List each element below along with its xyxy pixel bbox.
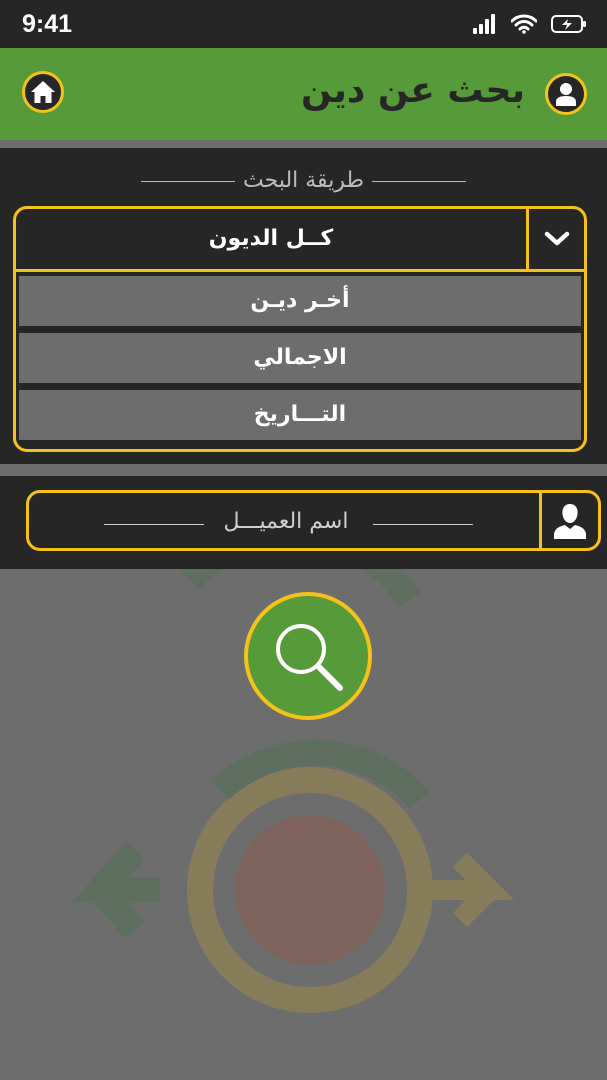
battery-charging-icon	[551, 15, 586, 33]
dropdown-option-total[interactable]: الاجمالي	[19, 333, 581, 383]
chevron-down-icon	[544, 231, 569, 246]
person-icon	[554, 503, 586, 539]
wifi-icon	[511, 14, 537, 34]
label-line-right	[371, 180, 466, 182]
status-icons	[473, 11, 587, 37]
user-profile-button[interactable]	[545, 73, 587, 115]
dropdown-toggle-button[interactable]	[526, 209, 584, 269]
search-button[interactable]	[244, 592, 372, 720]
home-icon	[31, 81, 55, 103]
customer-name-input[interactable]	[29, 493, 543, 548]
home-button[interactable]	[22, 71, 64, 113]
page-title: بحث عن دين	[300, 70, 525, 111]
dropdown-header[interactable]: كــل الديون	[16, 209, 584, 269]
label-line-left	[141, 180, 236, 182]
app-header: بحث عن دين	[0, 48, 607, 140]
placeholder-line-right	[373, 524, 473, 525]
search-method-dropdown[interactable]: كــل الديون أخـر ديـن الاجمالي التـــاري…	[13, 206, 587, 452]
customer-name-field[interactable]	[26, 490, 601, 551]
search-method-label: طريقة البحث	[0, 168, 607, 193]
user-icon	[556, 83, 576, 106]
signal-icon	[473, 14, 495, 34]
dropdown-selected-value[interactable]: كــل الديون	[16, 209, 526, 269]
customer-icon-box	[539, 493, 598, 548]
dropdown-option-last-debt[interactable]: أخـر ديـن	[19, 276, 581, 326]
search-icon	[276, 624, 343, 691]
dropdown-separator	[16, 269, 584, 272]
status-time: 9:41	[22, 10, 73, 38]
dropdown-option-date[interactable]: التـــاريخ	[19, 390, 581, 440]
placeholder-line-left	[104, 524, 204, 525]
search-method-label-text: طريقة البحث	[243, 168, 364, 193]
status-bar: 9:41	[0, 0, 607, 48]
